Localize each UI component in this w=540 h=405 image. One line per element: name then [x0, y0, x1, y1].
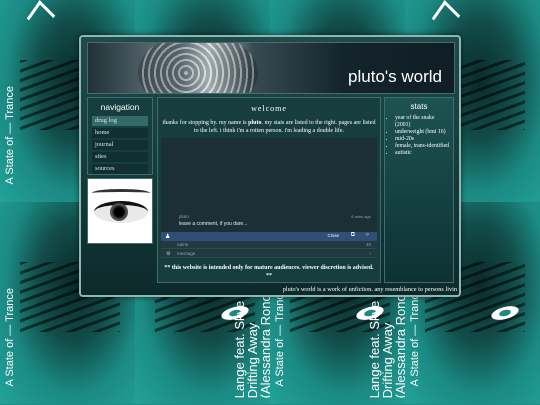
wallpaper-text: A State of — Trance — [274, 287, 286, 386]
stats-panel: stats year of the snake (2001) underweig… — [384, 97, 454, 283]
track-text: Lange feat. Skye Drifting Away (Alessand… — [367, 294, 405, 398]
welcome-heading: welcome — [251, 104, 287, 113]
comment-time: 6 mins ago — [351, 214, 371, 219]
comment-box: pluto leave a comment, if you dare... 6 … — [161, 138, 377, 232]
logo-icon — [431, 0, 461, 34]
nav-item-sites[interactable]: sites — [92, 152, 148, 162]
track-text: Lange feat. Skye Drifting Away (Alessand… — [232, 294, 270, 398]
nav-item-home[interactable]: home — [92, 128, 148, 138]
nav-item-sources[interactable]: sources — [92, 164, 148, 174]
comment-username: pluto — [179, 214, 189, 219]
stat-item: autistic — [395, 150, 450, 157]
footer-marquee: pluto's world is a work of unfiction. an… — [282, 286, 457, 293]
navigation-heading: navigation — [100, 102, 140, 112]
mature-warning: ** this website is intended only for mat… — [164, 265, 374, 279]
name-counter: 40 — [365, 242, 371, 247]
user-icon: ♟ — [165, 234, 171, 240]
close-button[interactable]: Close — [327, 233, 339, 238]
site-title: pluto's world — [348, 67, 442, 86]
open-external-icon[interactable]: ⧉ — [351, 232, 355, 239]
wallpaper-text: A State of — Trance — [409, 287, 421, 386]
message-field[interactable]: ⚙ message › — [161, 250, 377, 258]
nav-item-journal[interactable]: journal — [92, 140, 148, 150]
name-field[interactable]: name 40 — [161, 241, 377, 249]
logo-icon — [26, 0, 56, 34]
author-name: pluto — [248, 120, 262, 126]
welcome-panel: welcome thanks for stopping by. my name … — [157, 97, 381, 283]
nav-item-drug-log[interactable]: drug log — [92, 116, 148, 126]
navigation-panel: navigation drug log home journal sites s… — [87, 97, 153, 175]
stats-heading: stats — [410, 102, 428, 111]
stat-item: female, trans-identified — [395, 143, 450, 150]
comment-text: leave a comment, if you dare... — [179, 221, 248, 227]
stat-item: mid-20s — [395, 136, 450, 143]
stat-item: underweight (bmi 16) — [395, 129, 450, 136]
circle-icon[interactable]: ○ — [365, 232, 369, 238]
eye-image — [87, 178, 153, 244]
send-icon[interactable]: › — [370, 250, 372, 258]
intro-text: thanks for stopping by. my name is pluto… — [162, 120, 376, 134]
wallpaper-text: A State of — Trance — [4, 287, 16, 386]
stats-list: year of the snake (2001) underweight (bm… — [395, 115, 450, 157]
header-banner: pluto's world — [87, 42, 455, 94]
comment-toolbar: ♟ Close ⧉ ○ — [161, 232, 377, 241]
banner-art — [138, 43, 258, 93]
settings-icon[interactable]: ⚙ — [166, 250, 170, 258]
stat-item: year of the snake (2001) — [395, 115, 450, 129]
wallpaper-text: A State of — Trance — [4, 85, 16, 184]
site-window: pluto's world navigation drug log home j… — [79, 35, 461, 297]
